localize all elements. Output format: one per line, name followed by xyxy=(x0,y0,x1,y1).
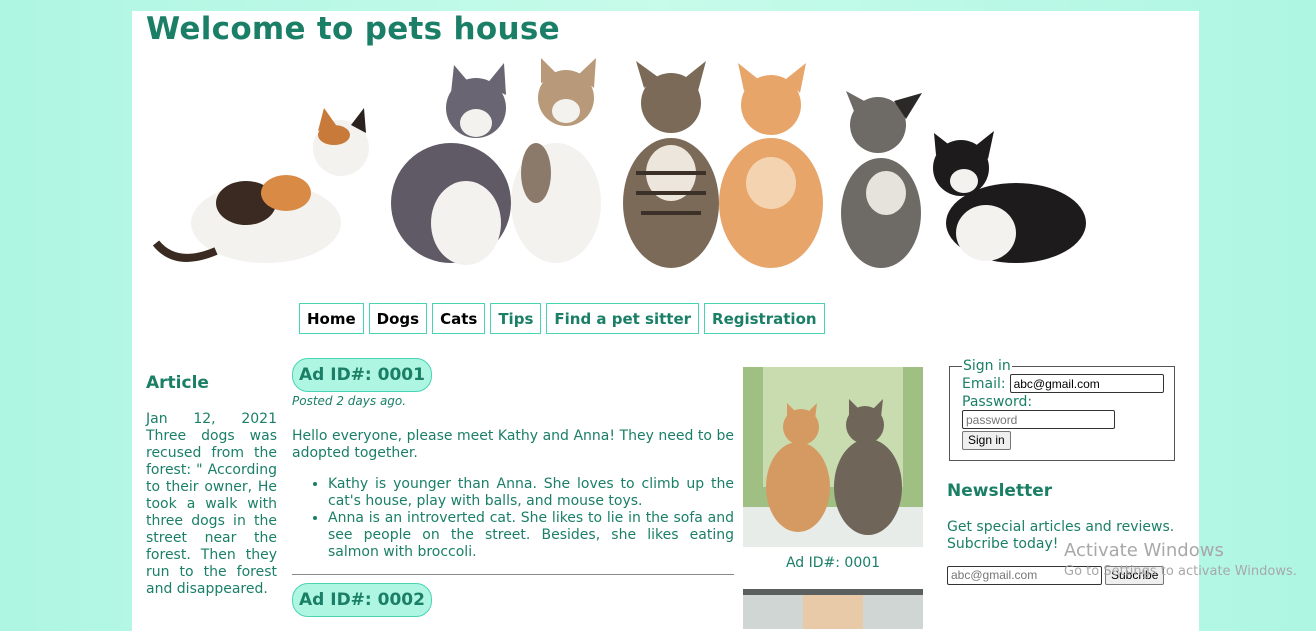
ad-photo: Ad ID#: 0001 xyxy=(743,367,923,571)
nav-find-pet-sitter[interactable]: Find a pet sitter xyxy=(546,303,700,334)
ad-id-badge: Ad ID#: 0002 xyxy=(292,583,432,617)
ad-intro: Hello everyone, please meet Kathy and An… xyxy=(292,428,734,461)
cat-calico xyxy=(152,108,369,263)
divider xyxy=(292,574,734,575)
watermark-subtitle: Go to Settings to activate Windows. xyxy=(1064,564,1297,579)
two-cats-photo xyxy=(743,367,923,547)
list-item: Kathy is younger than Anna. She loves to… xyxy=(328,476,734,510)
ad-card: Ad ID#: 0001 Posted 2 days ago. Hello ev… xyxy=(292,358,734,561)
page-container: Welcome to pets house Home Dogs Cats Tip… xyxy=(132,11,1199,631)
main-nav: Home Dogs Cats Tips Find a pet sitter Re… xyxy=(299,303,825,334)
ads-list: Ad ID#: 0001 Posted 2 days ago. Hello ev… xyxy=(292,358,734,617)
article-body: Jan 12, 2021 Three dogs was recused from… xyxy=(146,411,277,597)
email-field[interactable] xyxy=(1009,374,1164,393)
nav-home[interactable]: Home xyxy=(299,303,364,334)
cat-white-tabby-looking-up xyxy=(511,58,601,263)
list-item: Anna is an introverted cat. She likes to… xyxy=(328,510,734,561)
nav-registration[interactable]: Registration xyxy=(704,303,825,334)
photo-caption: Ad ID#: 0001 xyxy=(785,555,881,571)
site-title: Welcome to pets house xyxy=(146,11,560,47)
posted-time: Posted 2 days ago. xyxy=(292,394,407,408)
article-sidebar: Article Jan 12, 2021 Three dogs was recu… xyxy=(146,373,277,598)
nav-cats[interactable]: Cats xyxy=(432,303,486,334)
cat-grey-white xyxy=(391,63,511,265)
ad-photo-2 xyxy=(743,589,923,629)
nav-dogs[interactable]: Dogs xyxy=(368,303,428,334)
cat-orange xyxy=(719,63,823,268)
signin-form: Sign in Email: Password: Sign in xyxy=(949,358,1175,461)
windows-activation-watermark: Activate Windows Go to Settings to activ… xyxy=(1064,540,1297,579)
article-heading: Article xyxy=(146,373,209,393)
ad-card: Ad ID#: 0002 xyxy=(292,583,734,617)
ad-id-badge: Ad ID#: 0001 xyxy=(292,358,432,392)
newsletter-heading: Newsletter xyxy=(947,480,1053,501)
watermark-title: Activate Windows xyxy=(1064,540,1224,561)
cat-tabby-brown xyxy=(623,61,719,268)
ad-details-list: Kathy is younger than Anna. She loves to… xyxy=(292,476,734,561)
password-field[interactable] xyxy=(962,410,1115,429)
password-label: Password: xyxy=(962,394,1033,410)
sign-in-button[interactable]: Sign in xyxy=(962,430,1011,450)
signin-legend: Sign in xyxy=(963,358,1011,374)
cats-banner-image xyxy=(152,58,1086,268)
cat-grey-tabby-small xyxy=(841,91,922,268)
nav-tips[interactable]: Tips xyxy=(490,303,542,334)
cat-black-white xyxy=(933,131,1086,263)
email-label: Email: xyxy=(962,375,1006,392)
